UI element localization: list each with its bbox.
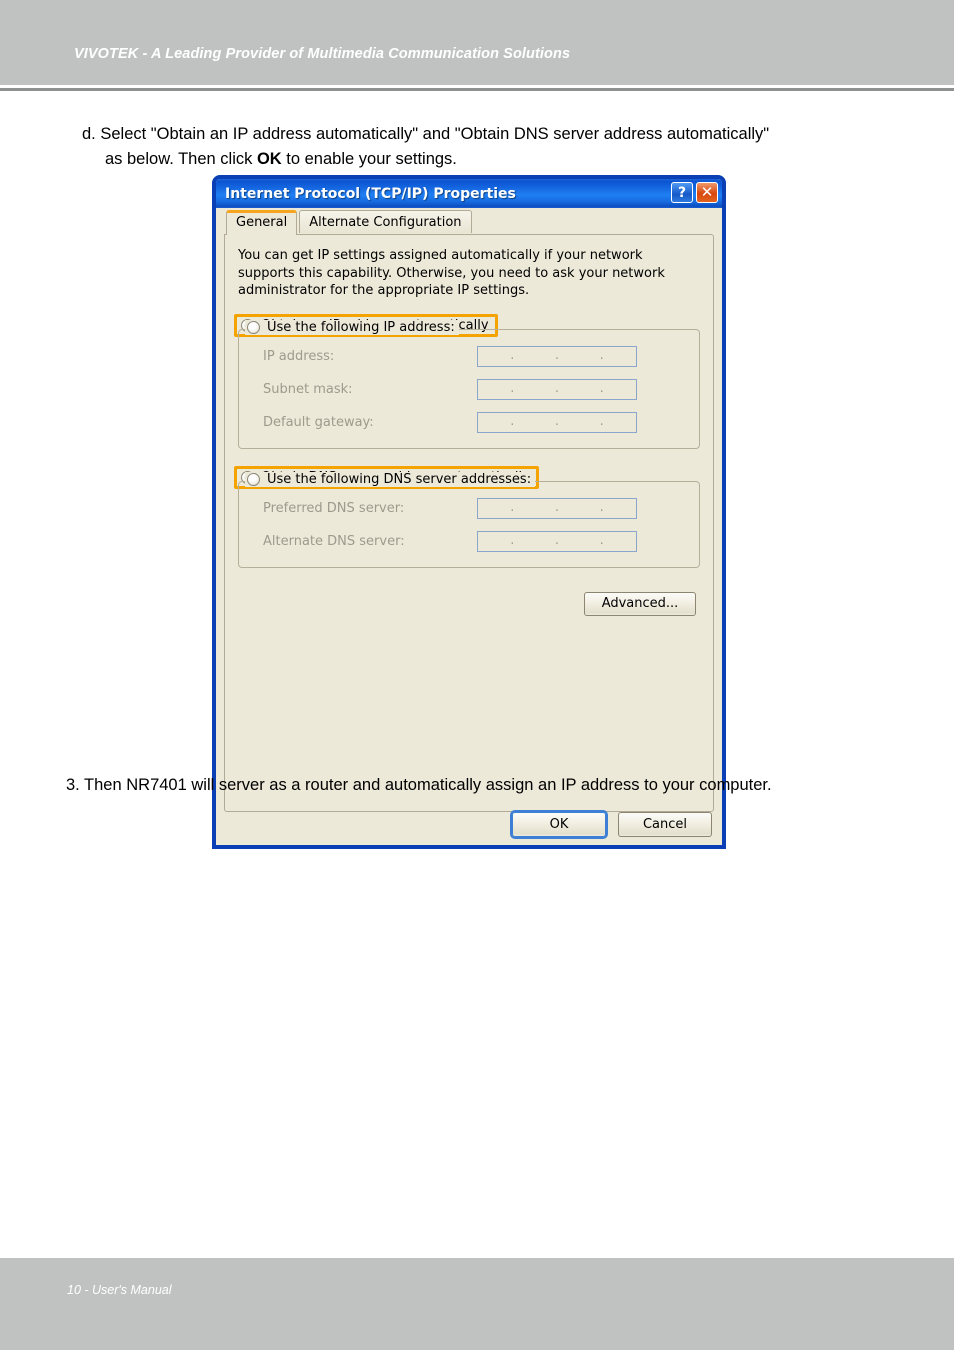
dialog-description: You can get IP settings assigned automat…: [238, 248, 665, 298]
use-following-ip-group: Use the following IP address: IP address…: [238, 319, 700, 449]
step-d-line2-suffix: to enable your settings.: [281, 150, 457, 168]
instruction-step-d: d. Select "Obtain an IP address automati…: [82, 122, 902, 172]
help-icon[interactable]: ?: [671, 182, 693, 203]
ip-dot-separator: .: [510, 413, 515, 429]
ip-dot-separator: .: [599, 347, 604, 363]
input-ip-address[interactable]: . . .: [477, 346, 637, 367]
dialog-tabstrip: General Alternate Configuration: [216, 208, 722, 235]
field-row-preferred-dns: Preferred DNS server: . . .: [249, 498, 689, 520]
page-footer-text: 10 - User's Manual: [67, 1283, 172, 1297]
use-following-dns-group: Use the following DNS server addresses: …: [238, 471, 700, 568]
input-subnet-mask[interactable]: . . .: [477, 379, 637, 400]
dialog-footer-buttons: OK Cancel: [510, 810, 712, 839]
ip-dot-separator: .: [554, 413, 560, 429]
field-row-ip-address: IP address: . . .: [249, 346, 689, 368]
label-default-gateway: Default gateway:: [263, 415, 374, 430]
step-d-ok-emphasis: OK: [256, 150, 282, 168]
ip-dot-separator: .: [554, 380, 560, 396]
tab-page-general: You can get IP settings assigned automat…: [224, 234, 714, 812]
ip-dot-separator: .: [599, 380, 604, 396]
input-preferred-dns[interactable]: . . .: [477, 498, 637, 519]
ip-dot-separator: .: [599, 499, 604, 515]
ip-dot-separator: .: [510, 499, 515, 515]
advanced-button-row: Advanced...: [238, 591, 700, 616]
ip-dot-separator: .: [554, 499, 560, 515]
cancel-button[interactable]: Cancel: [618, 812, 712, 837]
close-icon[interactable]: ✕: [696, 182, 718, 203]
page-header-band: VIVOTEK - A Leading Provider of Multimed…: [0, 0, 954, 85]
radio-use-following-ip-label: Use the following IP address:: [267, 319, 455, 335]
dialog-title: Internet Protocol (TCP/IP) Properties: [225, 185, 516, 202]
step-d-line2-prefix: as below. Then click: [105, 150, 257, 168]
ip-dot-separator: .: [510, 380, 515, 396]
field-row-default-gateway: Default gateway: . . .: [249, 412, 689, 434]
radio-use-following-ip[interactable]: [247, 320, 260, 334]
instruction-step-3: 3. Then NR7401 will server as a router a…: [66, 776, 772, 794]
header-divider-rule: [0, 88, 954, 91]
field-row-alternate-dns: Alternate DNS server: . . .: [249, 531, 689, 553]
advanced-button[interactable]: Advanced...: [584, 591, 696, 616]
ok-button[interactable]: OK: [510, 810, 608, 839]
ip-dot-separator: .: [510, 532, 515, 548]
ip-dot-separator: .: [510, 347, 515, 363]
titlebar-button-group: ? ✕: [671, 182, 718, 203]
radio-use-following-dns[interactable]: [247, 472, 260, 486]
tcpip-properties-dialog: Internet Protocol (TCP/IP) Properties ? …: [213, 176, 725, 848]
use-following-ip-legend: Use the following IP address:: [245, 319, 459, 335]
label-subnet-mask: Subnet mask:: [263, 382, 353, 397]
label-ip-address: IP address:: [263, 349, 335, 364]
radio-use-following-dns-label: Use the following DNS server addresses:: [267, 471, 532, 487]
tab-alternate-configuration[interactable]: Alternate Configuration: [299, 210, 472, 233]
field-row-subnet-mask: Subnet mask: . . .: [249, 379, 689, 401]
ip-dot-separator: .: [599, 532, 604, 548]
tab-general[interactable]: General: [226, 210, 298, 235]
label-preferred-dns: Preferred DNS server:: [263, 501, 405, 516]
ip-dot-separator: .: [554, 532, 560, 548]
page-header-title: VIVOTEK - A Leading Provider of Multimed…: [74, 46, 571, 62]
ip-dot-separator: .: [599, 413, 604, 429]
input-default-gateway[interactable]: . . .: [477, 412, 637, 433]
input-alternate-dns[interactable]: . . .: [477, 531, 637, 552]
label-alternate-dns: Alternate DNS server:: [263, 534, 405, 549]
dialog-titlebar[interactable]: Internet Protocol (TCP/IP) Properties ? …: [216, 179, 722, 208]
page-footer-band: 10 - User's Manual: [0, 1258, 954, 1350]
use-following-dns-legend: Use the following DNS server addresses:: [245, 471, 536, 487]
ip-dot-separator: .: [554, 347, 560, 363]
step-d-line1: d. Select "Obtain an IP address automati…: [82, 125, 770, 143]
